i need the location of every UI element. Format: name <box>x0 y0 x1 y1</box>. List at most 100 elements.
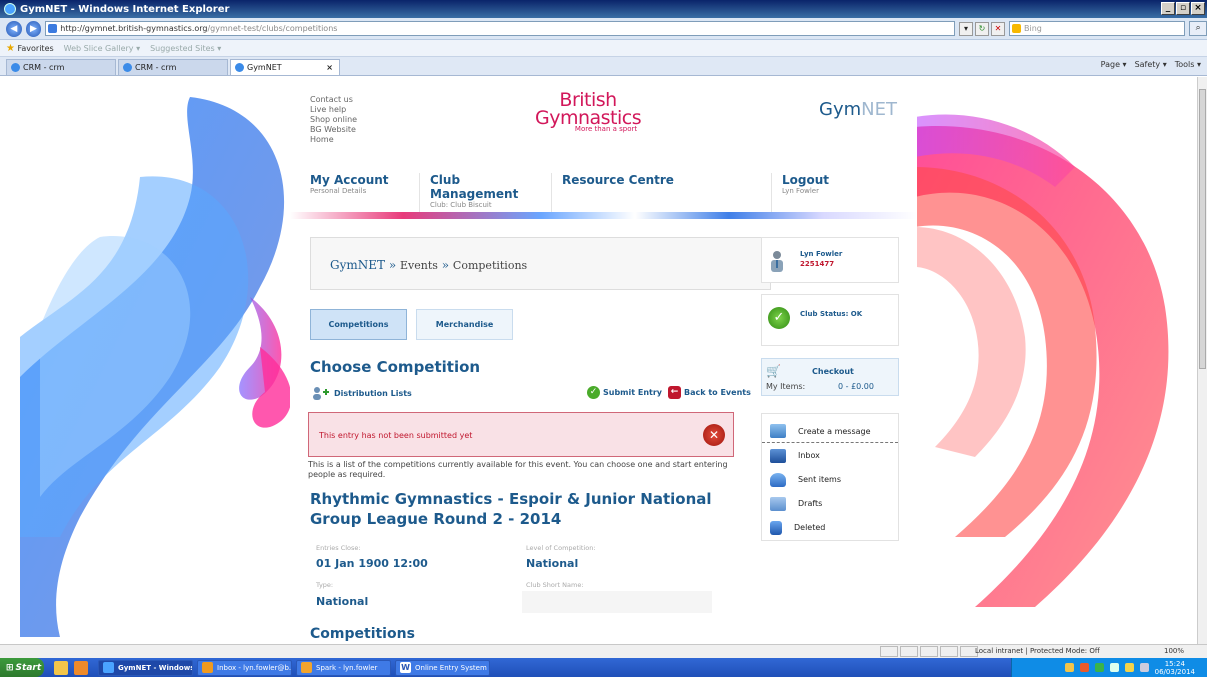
task-outlook[interactable]: Inbox - lyn.fowler@b... <box>197 659 292 676</box>
breadcrumb-gymnet[interactable]: GymNET <box>330 258 385 272</box>
command-bar: Page ▾ Safety ▾ Tools ▾ <box>1101 60 1201 69</box>
word-icon: W <box>400 662 411 673</box>
start-button[interactable]: ⊞ Start <box>0 658 44 677</box>
search-input[interactable]: Bing <box>1008 21 1186 36</box>
sent-icon <box>770 472 786 487</box>
task-spark[interactable]: Spark - lyn.fowler <box>296 659 391 676</box>
ie-icon <box>103 662 114 673</box>
link-contact-us[interactable]: Contact us <box>310 95 357 105</box>
link-home[interactable]: Home <box>310 135 357 145</box>
nav-logout[interactable]: Logout Lyn Fowler <box>782 173 902 213</box>
breadcrumb-current: Competitions <box>452 259 528 272</box>
close-alert-icon[interactable]: ✕ <box>703 424 725 446</box>
clock-time: 15:24 <box>1164 659 1185 668</box>
system-tray: 15:24 06/03/2014 <box>1011 658 1207 677</box>
scrollbar-thumb[interactable] <box>1199 89 1206 369</box>
breadcrumb: GymNET » Events » Competitions <box>310 237 771 290</box>
minimize-button[interactable]: _ <box>1161 2 1175 15</box>
entries-close-value: 01 Jan 1900 12:00 <box>316 557 428 570</box>
dropdown-icon[interactable]: ▾ <box>958 21 973 36</box>
address-tools: ▾ ↻ ✕ <box>958 21 1005 36</box>
submit-entry-button[interactable]: ✓ Submit Entry <box>587 386 662 399</box>
task-word[interactable]: W Online Entry System ... <box>395 659 490 676</box>
create-message-link[interactable]: Create a message <box>762 420 898 443</box>
my-items-value: 0 - £0.00 <box>838 382 874 391</box>
restore-button[interactable]: ▫ <box>1176 2 1190 15</box>
fav-link-suggested-sites[interactable]: Suggested Sites ▾ <box>150 44 221 53</box>
task-label: GymNET - Windows... <box>118 663 192 672</box>
tab-competitions[interactable]: Competitions <box>310 309 407 340</box>
tools-menu[interactable]: Tools ▾ <box>1175 60 1201 69</box>
media-icon[interactable] <box>74 660 88 675</box>
close-tab-icon[interactable]: × <box>326 63 333 72</box>
nav-sub: Club: Club Biscuit <box>430 201 492 209</box>
tab-label: CRM - crm <box>135 63 177 72</box>
status-cells <box>880 646 978 657</box>
ie-logo-icon <box>4 3 16 15</box>
decorative-swirl-left <box>20 97 292 637</box>
refresh-icon[interactable]: ↻ <box>974 21 989 36</box>
entries-close-label: Entries Close: <box>316 544 361 552</box>
search-icon[interactable]: ⌕ <box>1189 21 1207 36</box>
tray-icon[interactable] <box>1094 663 1104 672</box>
link-live-help[interactable]: Live help <box>310 105 357 115</box>
link-bg-website[interactable]: BG Website <box>310 125 357 135</box>
address-input[interactable]: http://gymnet.british-gymnastics.org/gym… <box>45 21 955 36</box>
vertical-scrollbar[interactable] <box>1197 77 1207 644</box>
deleted-link[interactable]: Deleted <box>762 516 898 539</box>
drafts-link[interactable]: Drafts <box>762 492 898 515</box>
link-shop-online[interactable]: Shop online <box>310 115 357 125</box>
tray-icon[interactable] <box>1124 663 1134 672</box>
page-menu[interactable]: Page ▾ <box>1101 60 1127 69</box>
drafts-icon <box>770 496 786 511</box>
tab-merchandise[interactable]: Merchandise <box>416 309 513 340</box>
clock-date: 06/03/2014 <box>1154 667 1195 676</box>
back-to-events-button[interactable]: ← Back to Events <box>668 386 751 399</box>
tab-crm-1[interactable]: CRM - crm <box>6 59 116 75</box>
spark-icon <box>301 662 312 673</box>
tray-icon[interactable] <box>1109 663 1119 672</box>
competition-title: Rhythmic Gymnastics - Espoir & Junior Na… <box>310 490 712 528</box>
tab-gymnet[interactable]: GymNET × <box>230 59 340 75</box>
checkout-box[interactable]: 🛒 Checkout My Items: 0 - £0.00 <box>761 358 899 396</box>
club-short-name-value <box>522 591 712 613</box>
forward-button[interactable]: ▶ <box>25 20 42 37</box>
sent-items-link[interactable]: Sent items <box>762 468 898 491</box>
clock[interactable]: 15:24 06/03/2014 <box>1155 660 1195 676</box>
user-box: Lyn Fowler 2251477 <box>761 237 899 283</box>
checkout-label[interactable]: Checkout <box>812 367 854 376</box>
club-short-name-label: Club Short Name: <box>526 581 584 589</box>
nav-club-management[interactable]: Club Management Club: Club Biscuit <box>430 173 552 213</box>
cart-icon: 🛒 <box>766 364 781 378</box>
nav-label: Club Management <box>430 173 519 201</box>
nav-label: My Account <box>310 173 389 187</box>
stop-icon[interactable]: ✕ <box>990 21 1005 36</box>
favorites-button[interactable]: ★ Favorites <box>6 43 54 54</box>
url-path: /gymnet-test/clubs/competitions <box>207 24 338 33</box>
user-name[interactable]: Lyn Fowler <box>800 250 842 258</box>
fav-link-web-slice[interactable]: Web Slice Gallery ▾ <box>64 44 140 53</box>
british-gymnastics-logo[interactable]: British Gymnastics More than a sport <box>535 91 642 134</box>
breadcrumb-separator: » <box>441 258 450 272</box>
zoom-level[interactable]: 100% <box>1164 647 1184 655</box>
breadcrumb-events[interactable]: Events <box>400 259 438 272</box>
task-gymnet[interactable]: GymNET - Windows... <box>98 659 193 676</box>
ie-tab-icon <box>235 63 244 72</box>
distribution-lists-link[interactable]: Distribution Lists <box>312 386 412 400</box>
back-arrow-icon: ← <box>668 386 682 399</box>
nav-my-account[interactable]: My Account Personal Details <box>310 173 420 213</box>
tray-icon[interactable] <box>1079 663 1089 672</box>
url-host: http://gymnet.british-gymnastics.org <box>60 24 208 33</box>
windows-flag-icon: ⊞ <box>6 662 14 673</box>
close-window-button[interactable]: × <box>1191 2 1205 15</box>
inbox-link[interactable]: Inbox <box>762 444 898 467</box>
tab-crm-2[interactable]: CRM - crm <box>118 59 228 75</box>
back-button[interactable]: ◀ <box>6 20 22 37</box>
safety-menu[interactable]: Safety ▾ <box>1135 60 1167 69</box>
nav-resource-centre[interactable]: Resource Centre <box>562 173 772 213</box>
folder-icon[interactable] <box>54 660 68 675</box>
decorative-swirl-right <box>915 114 1169 607</box>
volume-icon[interactable] <box>1139 663 1149 672</box>
tray-icon[interactable] <box>1064 663 1074 672</box>
security-zone[interactable]: Local intranet | Protected Mode: Off <box>975 647 1100 655</box>
